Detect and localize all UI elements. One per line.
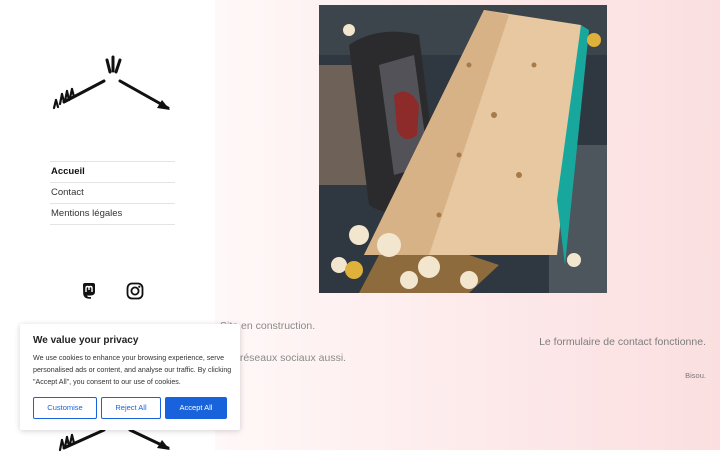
social-links xyxy=(80,282,150,302)
site-logo[interactable] xyxy=(50,52,175,114)
cookie-message: We use cookies to enhance your browsing … xyxy=(33,354,232,386)
reject-all-button[interactable]: Reject All xyxy=(101,397,161,419)
content-line-4: Bisou. xyxy=(685,371,706,380)
nav-item-contact[interactable]: Contact xyxy=(50,182,175,203)
nav-item-accueil[interactable]: Accueil xyxy=(50,161,175,182)
footer-logo xyxy=(58,428,170,452)
instagram-icon[interactable] xyxy=(126,282,144,300)
nav-item-mentions-legales[interactable]: Mentions légales xyxy=(50,203,175,225)
customise-button[interactable]: Customise xyxy=(33,397,97,419)
main-navigation: Accueil Contact Mentions légales xyxy=(50,161,175,225)
main-content: Site en construction. Le formulaire de c… xyxy=(215,0,720,450)
woodworking-photo xyxy=(319,5,607,293)
cookie-consent-banner: We value your privacy We use cookies to … xyxy=(20,324,240,430)
mastodon-icon[interactable] xyxy=(80,282,98,300)
accept-all-button[interactable]: Accept All xyxy=(165,397,227,419)
cookie-title: We value your privacy xyxy=(33,335,139,346)
content-line-2: Le formulaire de contact fonctionne. xyxy=(539,336,706,348)
